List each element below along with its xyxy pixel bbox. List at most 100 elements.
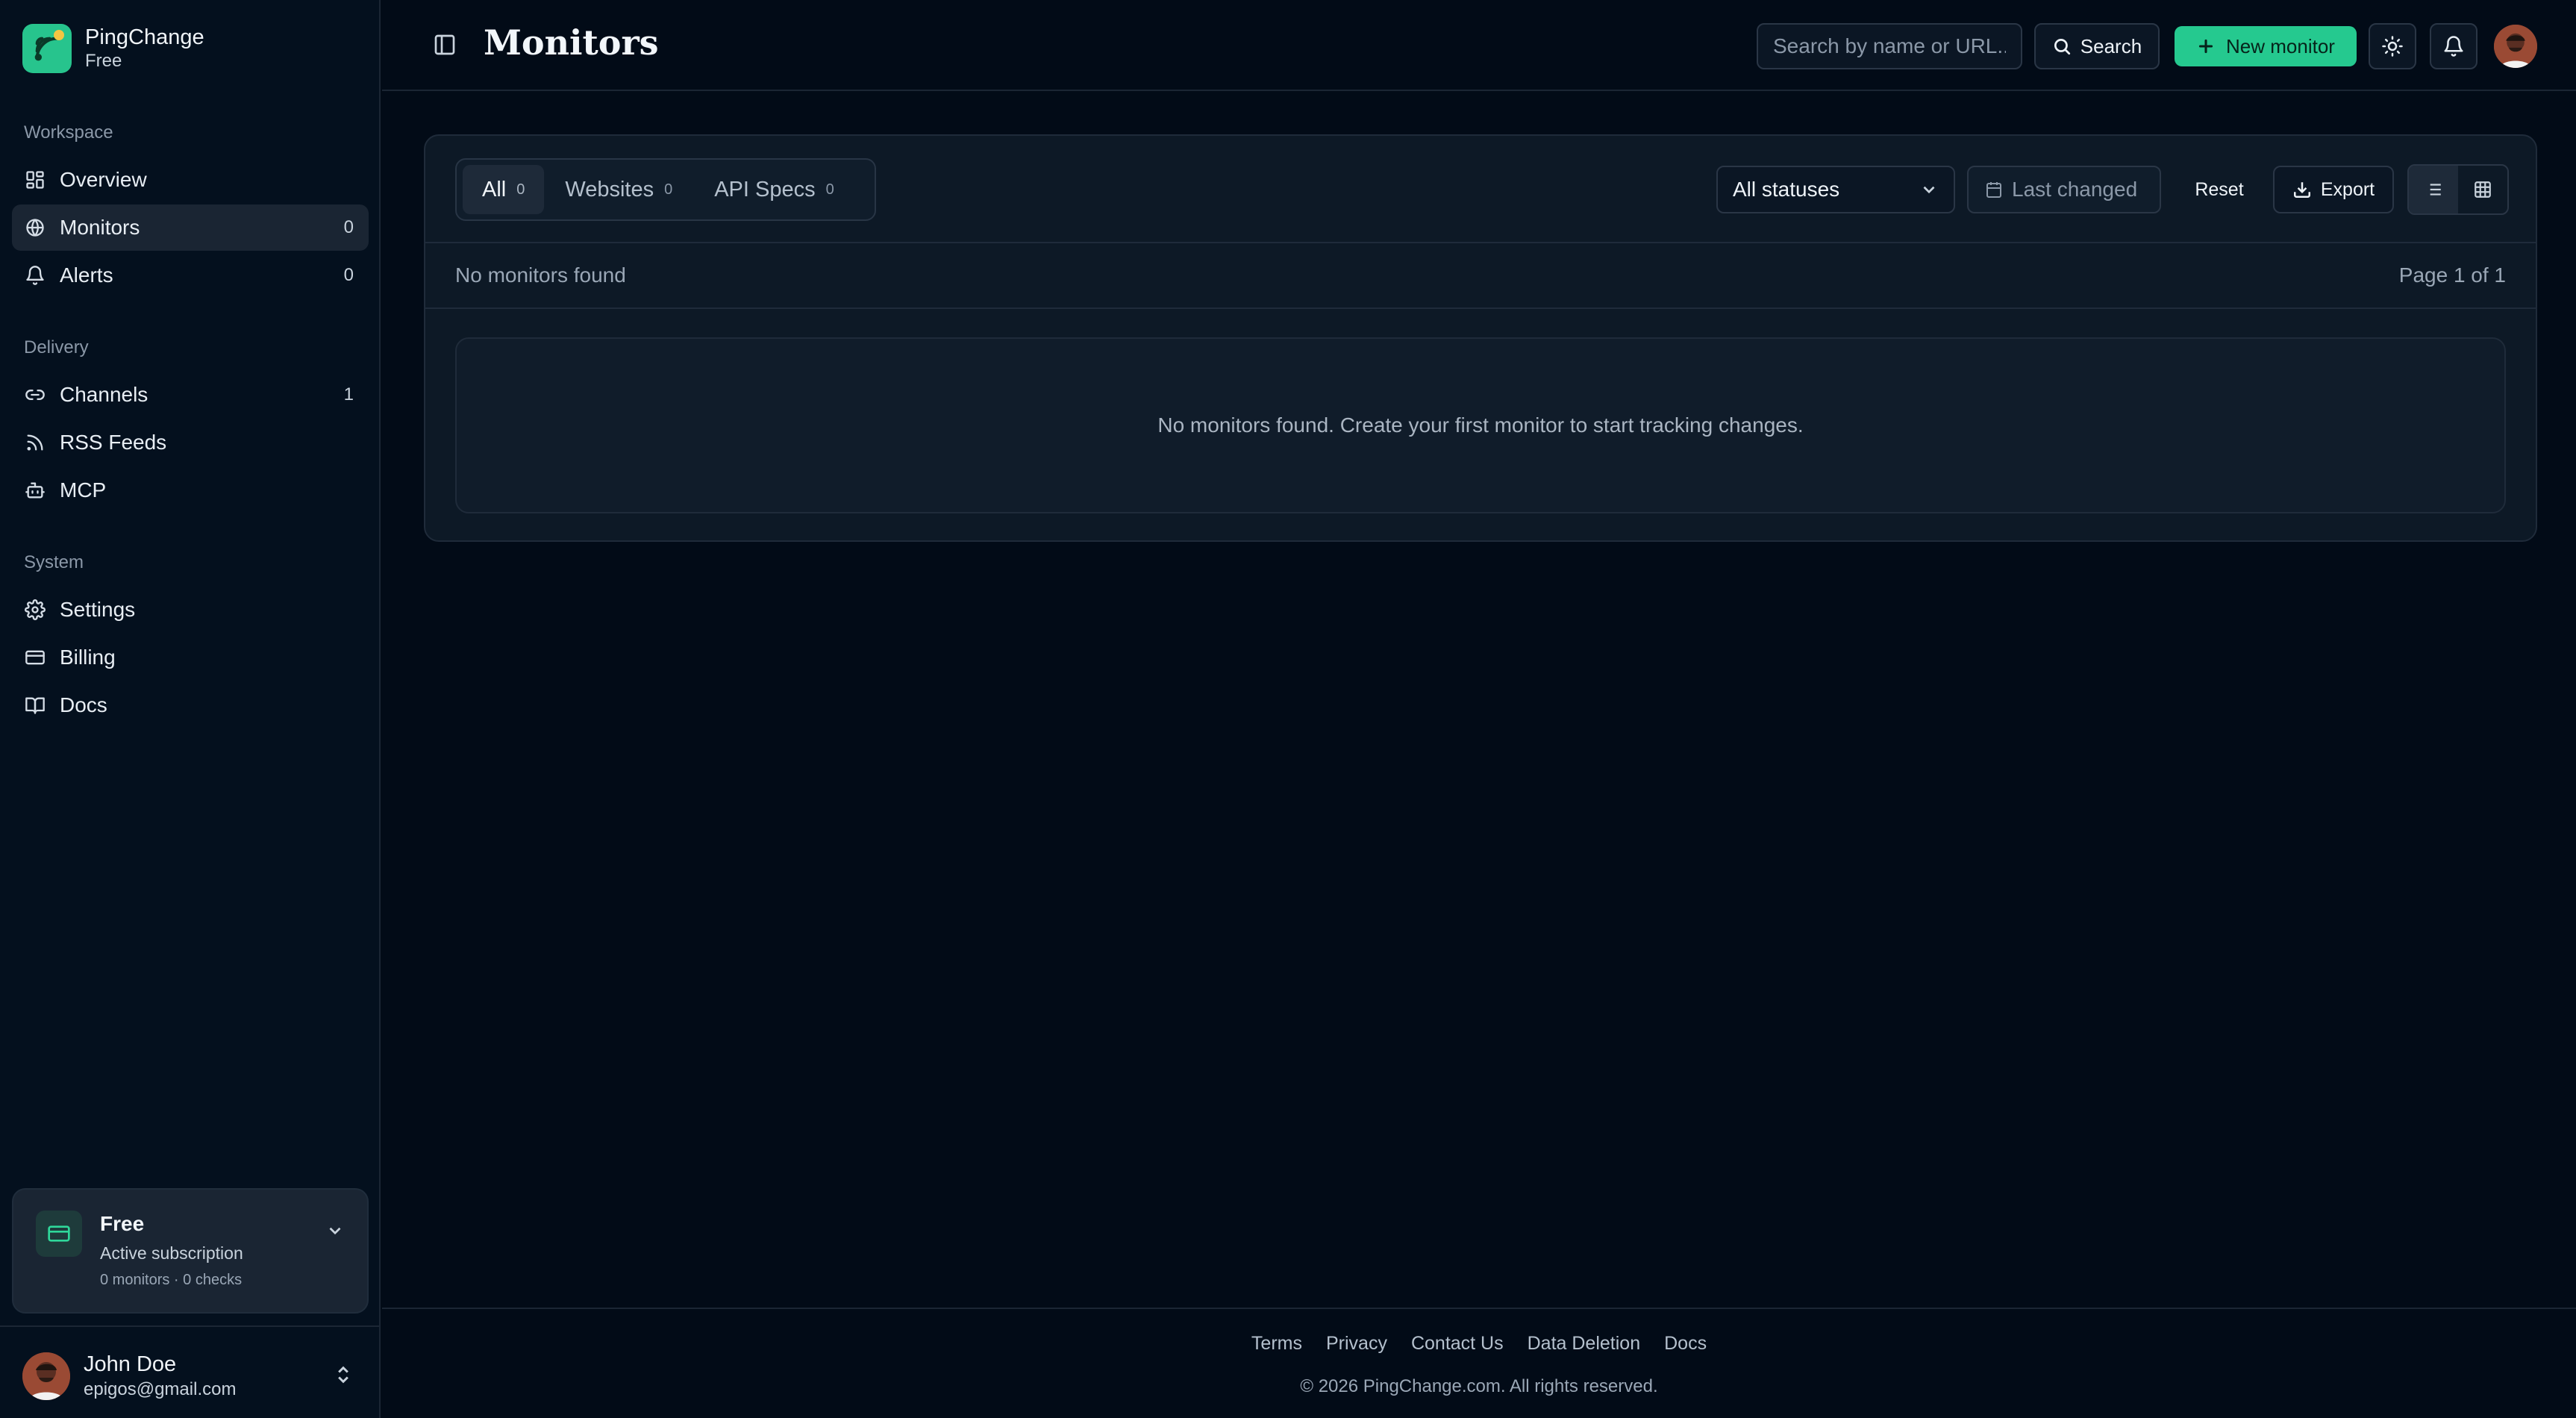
reset-button[interactable]: Reset [2176,166,2263,213]
grid-icon [2475,181,2491,198]
tab-count: 0 [516,181,525,198]
user-email: epigos@gmail.com [84,1379,237,1399]
sidebar-item-count: 0 [343,265,354,285]
sidebar-item-count: 0 [343,217,354,237]
avatar [22,1352,70,1400]
section-label-workspace: Workspace [24,122,113,143]
tab-api-specs[interactable]: API Specs 0 [693,165,855,214]
plan-title: Free [100,1212,145,1235]
empty-state-message: No monitors found. Create your first mon… [1157,413,1804,437]
tab-count: 0 [664,181,673,198]
grid-view-button[interactable] [2458,166,2507,213]
results-summary-bar: No monitors found Page 1 of 1 [425,242,2536,309]
brand-name: PingChange [85,25,204,49]
list-view-button[interactable] [2409,166,2458,213]
chevrons-up-down-icon[interactable] [333,1364,354,1389]
sidebar-item-count: 1 [343,384,354,405]
tab-label: API Specs [714,177,816,202]
monitors-panel: All 0 Websites 0 API Specs 0 All statuse… [424,134,2537,542]
sidebar-item-label: Alerts [60,263,113,287]
sidebar-item-label: Channels [60,383,149,406]
credit-card-icon [36,1211,82,1257]
tab-label: Websites [565,177,654,202]
list-icon [2426,184,2441,196]
sidebar-item-label: Docs [60,693,107,716]
plan-card[interactable]: Free Active subscription 0 monitors · 0 … [12,1188,369,1314]
dashboard-icon [24,169,46,191]
calendar-icon [1986,182,2001,198]
theme-toggle-button[interactable] [2369,23,2416,69]
footer-link-terms[interactable]: Terms [1251,1333,1302,1355]
results-summary: No monitors found [455,263,626,287]
brand[interactable]: PingChange Free [22,24,204,73]
footer-link-contact[interactable]: Contact Us [1411,1333,1504,1355]
sidebar-item-label: MCP [60,478,107,502]
copyright: © 2026 PingChange.com. All rights reserv… [1300,1376,1658,1396]
new-monitor-button[interactable]: New monitor [2175,26,2357,66]
tab-websites[interactable]: Websites 0 [544,165,693,214]
search-button[interactable]: Search [2034,23,2160,69]
bot-icon [24,479,46,502]
footer: Terms Privacy Contact Us Data Deletion D… [382,1308,2576,1418]
view-mode-toggle [2407,164,2509,215]
search-icon [2054,38,2070,55]
book-icon [24,694,46,716]
sidebar-item-channels[interactable]: Channels 1 [12,372,369,418]
footer-link-privacy[interactable]: Privacy [1326,1333,1387,1355]
footer-links: Terms Privacy Contact Us Data Deletion D… [382,1333,2576,1355]
last-changed-label: Last changed [2012,178,2138,201]
bell-icon [24,264,46,287]
brand-plan: Free [85,51,122,71]
export-button[interactable]: Export [2273,166,2394,213]
page-title: Monitors [484,22,659,63]
new-monitor-label: New monitor [2226,34,2335,57]
last-changed-filter[interactable]: Last changed [1967,166,2161,213]
avatar[interactable] [2494,25,2537,68]
ping-logo-icon [22,24,72,73]
status-filter-value: All statuses [1733,178,1840,201]
credit-card-icon [24,646,46,669]
tab-count: 0 [825,181,834,198]
section-label-delivery: Delivery [24,337,89,357]
sidebar-toggle-icon[interactable] [433,33,457,60]
user-menu[interactable]: John Doe epigos@gmail.com [0,1325,379,1418]
app-root: PingChange Free Workspace Overview Monit… [0,0,2576,1418]
empty-state: No monitors found. Create your first mon… [455,337,2506,513]
bell-icon [2444,36,2463,57]
user-name: John Doe [84,1352,177,1376]
download-icon [2293,182,2310,198]
gear-icon [24,599,46,621]
plan-status: Active subscription [100,1243,243,1263]
footer-link-docs[interactable]: Docs [1664,1333,1707,1355]
rss-icon [24,431,46,454]
sidebar-item-docs[interactable]: Docs [12,682,369,728]
search-button-label: Search [2080,34,2142,57]
status-filter-select[interactable]: All statuses [1716,166,1955,213]
globe-icon [24,216,46,239]
sidebar-item-rss-feeds[interactable]: RSS Feeds [12,419,369,466]
sidebar-item-overview[interactable]: Overview [12,157,369,203]
topbar: Monitors Search New monitor [382,0,2576,91]
sidebar-item-label: Overview [60,168,147,191]
link-icon [24,384,46,406]
footer-link-data-deletion[interactable]: Data Deletion [1528,1333,1640,1355]
tab-all[interactable]: All 0 [463,165,545,214]
sidebar-item-label: Settings [60,598,136,621]
pagination-info: Page 1 of 1 [2398,263,2506,287]
sidebar-item-mcp[interactable]: MCP [12,467,369,513]
plan-usage: 0 monitors · 0 checks [100,1272,243,1288]
sidebar-item-label: Monitors [60,216,140,239]
sidebar-item-alerts[interactable]: Alerts 0 [12,252,369,299]
plus-icon [2198,39,2213,54]
section-label-system: System [24,552,84,572]
chevron-down-icon[interactable] [325,1221,345,1244]
sidebar-item-settings[interactable]: Settings [12,587,369,633]
sidebar-item-billing[interactable]: Billing [12,634,369,681]
chevron-down-icon [1923,186,1935,194]
notifications-button[interactable] [2430,23,2477,69]
sidebar: PingChange Free Workspace Overview Monit… [0,0,381,1418]
search-input[interactable] [1757,23,2022,69]
sun-icon [2382,36,2403,57]
tab-label: All [482,177,507,202]
sidebar-item-monitors[interactable]: Monitors 0 [12,204,369,251]
